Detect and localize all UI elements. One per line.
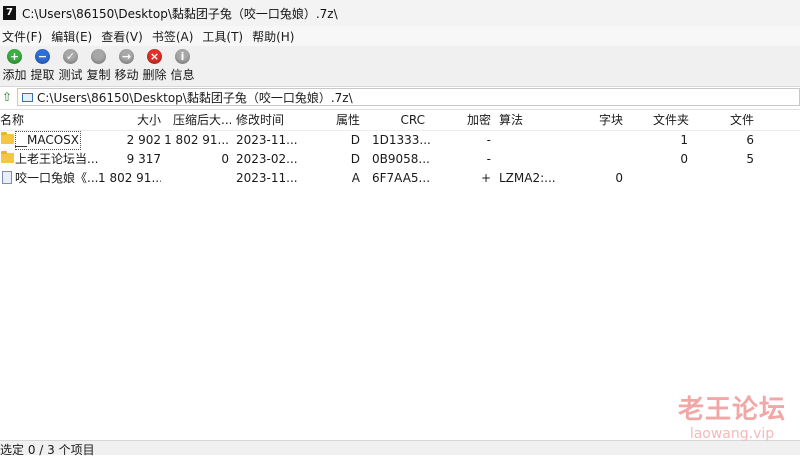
cell-size: 9 317 bbox=[126, 152, 161, 166]
cell-folders bbox=[628, 169, 688, 188]
watermark: 老王论坛 laowang.vip bbox=[678, 395, 786, 443]
column-header-name[interactable]: 名称 bbox=[0, 110, 90, 130]
cell-files bbox=[693, 169, 754, 188]
column-header-files[interactable]: 文件 bbox=[693, 110, 754, 130]
cell-packed: 0 bbox=[221, 152, 229, 166]
arrow-right-icon: → bbox=[119, 49, 134, 64]
cell-block: 0 bbox=[615, 171, 623, 185]
table-row[interactable]: 咬一口兔娘《... 1 802 91... 2023-11... A 6F7AA5...… bbox=[0, 169, 800, 188]
cell-modified: 2023-02... bbox=[236, 152, 298, 166]
toolbar-button-3[interactable]: 复制 bbox=[84, 46, 113, 86]
toolbar-button-2[interactable]: ✓ 测试 bbox=[56, 46, 85, 86]
menu-view[interactable]: 查看(V) bbox=[99, 28, 150, 45]
toolbar-button-label: 添加 bbox=[2, 68, 27, 82]
cell-crc: 6F7AA5... bbox=[372, 171, 431, 185]
toolbar-button-label: 测试 bbox=[58, 68, 83, 82]
cell-method: LZMA2:... bbox=[499, 171, 556, 185]
table-row[interactable]: __MACOSX 2 902 1 802 91... 2023-11... D 1D133… bbox=[0, 131, 800, 150]
up-folder-icon[interactable]: ⇧ bbox=[0, 90, 14, 104]
minus-icon: − bbox=[35, 49, 50, 64]
toolbar-button-4[interactable]: → 移动 bbox=[112, 46, 141, 86]
cell-attributes: A bbox=[351, 171, 360, 185]
watermark-title: 老王论坛 bbox=[677, 395, 786, 425]
cell-encrypted: - bbox=[486, 152, 491, 166]
menu-bar: 文件(F) 编辑(E) 查看(V) 书签(A) 工具(T) 帮助(H) bbox=[0, 26, 800, 46]
folder-icon bbox=[1, 151, 14, 163]
cell-folders: 1 bbox=[680, 133, 688, 147]
column-header-encrypted[interactable]: 加密 bbox=[430, 110, 491, 130]
column-header-row: 名称 大小 压缩后大... 修改时间 属性 CRC 加密 算法 字块 文件夹 文… bbox=[0, 110, 800, 131]
copy-icon bbox=[91, 49, 106, 64]
folder-icon bbox=[21, 92, 33, 102]
cell-name: __MACOSX bbox=[15, 131, 81, 150]
menu-bookmarks[interactable]: 书签(A) bbox=[150, 28, 201, 45]
cell-name: 咬一口兔娘《... bbox=[15, 171, 99, 185]
menu-tools[interactable]: 工具(T) bbox=[200, 28, 250, 45]
cell-folders: 0 bbox=[680, 152, 688, 166]
toolbar-button-1[interactable]: − 提取 bbox=[28, 46, 57, 86]
cell-attributes: D bbox=[350, 152, 360, 166]
file-icon bbox=[2, 171, 12, 184]
toolbar-button-5[interactable]: × 删除 bbox=[140, 46, 169, 86]
column-header-crc[interactable]: CRC bbox=[365, 110, 426, 130]
cell-modified: 2023-11... bbox=[236, 133, 298, 147]
cell-method bbox=[499, 131, 561, 150]
cell-packed: 1 802 91... bbox=[164, 133, 229, 147]
cell-encrypted: - bbox=[486, 133, 491, 147]
toolbar-button-label: 删除 bbox=[142, 68, 167, 82]
cell-crc: 1D1333... bbox=[372, 133, 431, 147]
cell-size: 1 802 91... bbox=[98, 171, 161, 185]
column-header-packed[interactable]: 压缩后大... bbox=[173, 110, 231, 130]
cell-attributes: D bbox=[350, 133, 360, 147]
cell-packed bbox=[163, 169, 229, 188]
folder-icon bbox=[1, 132, 14, 144]
menu-file[interactable]: 文件(F) bbox=[0, 28, 49, 45]
info-icon: i bbox=[175, 49, 190, 64]
address-input[interactable]: C:\Users\86150\Desktop\黏黏团子兔（咬一口兔娘）.7z\ bbox=[16, 88, 800, 106]
column-header-folders[interactable]: 文件夹 bbox=[628, 110, 689, 130]
cell-modified: 2023-11... bbox=[236, 171, 298, 185]
column-header-modified[interactable]: 修改时间 bbox=[236, 110, 296, 130]
cell-files: 5 bbox=[746, 152, 754, 166]
address-bar: ⇧ C:\Users\86150\Desktop\黏黏团子兔（咬一口兔娘）.7z… bbox=[0, 87, 800, 107]
cell-block bbox=[562, 131, 623, 150]
column-header-block[interactable]: 字块 bbox=[562, 110, 623, 130]
toolbar-button-label: 信息 bbox=[170, 68, 195, 82]
file-list[interactable]: 名称 大小 压缩后大... 修改时间 属性 CRC 加密 算法 字块 文件夹 文… bbox=[0, 109, 800, 441]
app-icon: 7 bbox=[3, 6, 16, 20]
status-text: 选定 0 / 3 个项目 bbox=[0, 443, 95, 457]
menu-edit[interactable]: 编辑(E) bbox=[49, 28, 99, 45]
title-bar: 7 C:\Users\86150\Desktop\黏黏团子兔（咬一口兔娘）.7z… bbox=[0, 0, 800, 26]
toolbar: + 添加 − 提取 ✓ 测试 复制 → 移动 × 删除 i 信息 bbox=[0, 46, 800, 87]
column-header-attributes[interactable]: 属性 bbox=[300, 110, 360, 130]
toolbar-button-label: 移动 bbox=[114, 68, 139, 82]
table-row[interactable]: 上老王论坛当... 9 317 0 2023-02... D 0B9058... - 0 5 bbox=[0, 150, 800, 169]
column-header-size[interactable]: 大小 bbox=[98, 110, 161, 130]
toolbar-button-6[interactable]: i 信息 bbox=[168, 46, 197, 86]
plus-icon: + bbox=[7, 49, 22, 64]
cell-size: 2 902 bbox=[126, 133, 161, 147]
cell-method bbox=[499, 150, 561, 169]
delete-icon: × bbox=[147, 49, 162, 64]
cell-name: 上老王论坛当... bbox=[15, 152, 99, 166]
cell-files: 6 bbox=[746, 133, 754, 147]
cell-block bbox=[562, 150, 623, 169]
cell-crc: 0B9058... bbox=[372, 152, 430, 166]
window-title: C:\Users\86150\Desktop\黏黏团子兔（咬一口兔娘）.7z\ bbox=[22, 6, 338, 21]
toolbar-button-label: 提取 bbox=[30, 68, 55, 82]
cell-encrypted: + bbox=[480, 171, 491, 185]
address-path: C:\Users\86150\Desktop\黏黏团子兔（咬一口兔娘）.7z\ bbox=[36, 90, 353, 105]
toolbar-button-label: 复制 bbox=[86, 68, 111, 82]
check-icon: ✓ bbox=[63, 49, 78, 64]
watermark-url: laowang.vip bbox=[689, 426, 775, 442]
menu-help[interactable]: 帮助(H) bbox=[250, 28, 301, 45]
toolbar-button-0[interactable]: + 添加 bbox=[0, 46, 29, 86]
column-header-method[interactable]: 算法 bbox=[499, 110, 559, 130]
